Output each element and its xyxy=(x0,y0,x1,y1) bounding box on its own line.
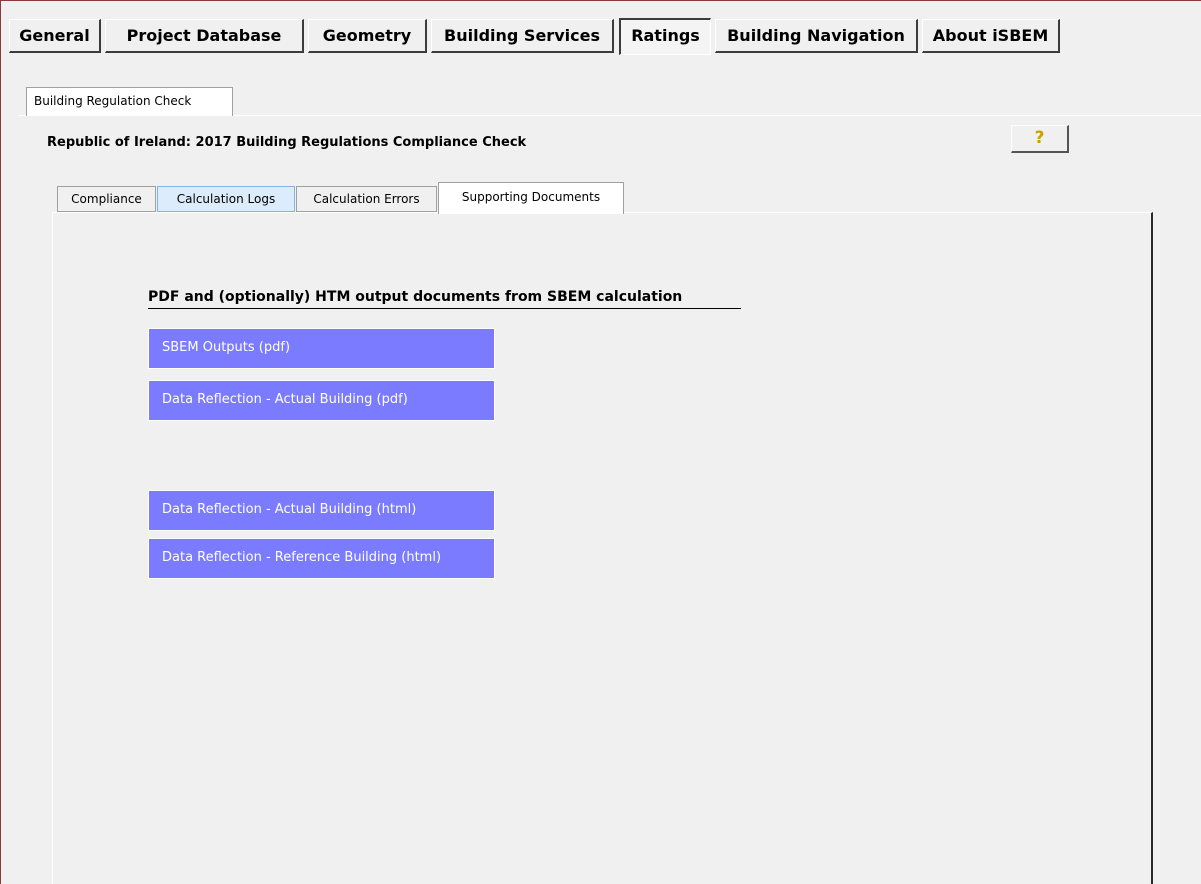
data-reflection-actual-pdf-button[interactable]: Data Reflection - Actual Building (pdf) xyxy=(148,380,495,421)
tab-about-isbem[interactable]: About iSBEM xyxy=(922,19,1060,53)
tab-general[interactable]: General xyxy=(9,19,101,53)
tab-calculation-errors[interactable]: Calculation Errors xyxy=(296,186,437,212)
page-title: Republic of Ireland: 2017 Building Regul… xyxy=(47,135,527,150)
tab-supporting-documents[interactable]: Supporting Documents xyxy=(438,182,624,214)
tab-geometry[interactable]: Geometry xyxy=(308,19,427,53)
tab-calculation-logs[interactable]: Calculation Logs xyxy=(157,186,295,212)
window-frame-top xyxy=(0,0,1201,1)
help-button[interactable]: ? xyxy=(1011,125,1069,153)
tab-building-navigation[interactable]: Building Navigation xyxy=(715,19,918,53)
window-frame-left xyxy=(0,0,1,884)
data-reflection-actual-html-button[interactable]: Data Reflection - Actual Building (html) xyxy=(148,490,495,531)
section-heading: PDF and (optionally) HTM output document… xyxy=(148,289,741,309)
data-reflection-reference-html-button[interactable]: Data Reflection - Reference Building (ht… xyxy=(148,538,495,579)
tab-compliance[interactable]: Compliance xyxy=(57,186,156,212)
tab-ratings[interactable]: Ratings xyxy=(619,18,711,55)
help-question-icon: ? xyxy=(1034,128,1045,148)
tab-building-services[interactable]: Building Services xyxy=(431,19,614,53)
sbem-outputs-pdf-button[interactable]: SBEM Outputs (pdf) xyxy=(148,328,495,369)
tab-building-regulation-check[interactable]: Building Regulation Check xyxy=(26,87,233,116)
tab-project-database[interactable]: Project Database xyxy=(105,19,304,53)
